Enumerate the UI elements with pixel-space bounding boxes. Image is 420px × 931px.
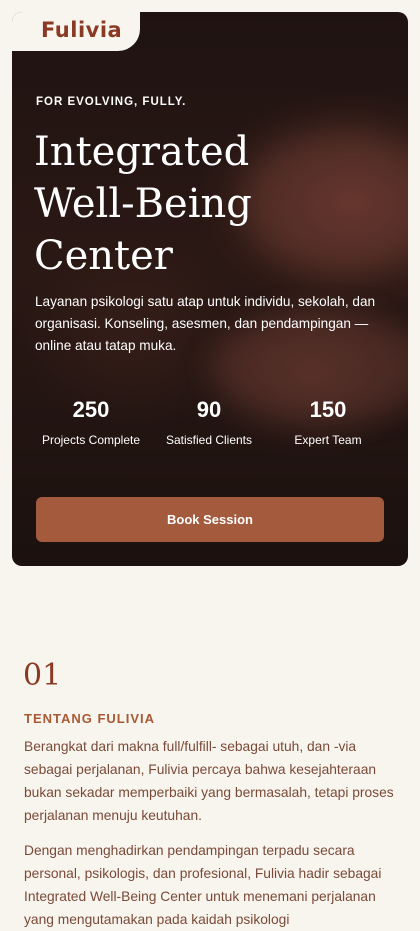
hero-title: Integrated Well-Being Center bbox=[34, 126, 364, 282]
hero-description: Layanan psikologi satu atap untuk indivi… bbox=[35, 294, 376, 353]
stat-label: Satisfied Clients bbox=[165, 433, 253, 447]
hero-title-line: Well-Being bbox=[34, 181, 252, 227]
stat-label: Expert Team bbox=[294, 433, 362, 447]
stat-value: 250 bbox=[72, 397, 110, 422]
hero-banner: Fulivia FOR EVOLVING, FULLY. Integrated … bbox=[12, 12, 408, 566]
stat-label: Projects Complete bbox=[41, 433, 141, 447]
stat-value: 90 bbox=[196, 397, 222, 422]
hero-title-line: Center bbox=[34, 233, 173, 279]
section-number: 01 bbox=[23, 658, 62, 693]
section-title: TENTANG FULIVIA bbox=[24, 711, 156, 726]
about-paragraph: Berangkat dari makna full/fulfill- sebag… bbox=[24, 739, 394, 823]
stat-projects: 250 Projects Complete bbox=[28, 397, 154, 447]
stat-value: 150 bbox=[309, 397, 347, 422]
stat-clients: 90 Satisfied Clients bbox=[146, 397, 272, 447]
hero-eyebrow: FOR EVOLVING, FULLY. bbox=[36, 96, 187, 108]
hero-title-line: Integrated bbox=[34, 129, 250, 175]
brand-logo[interactable]: Fulivia bbox=[41, 18, 122, 42]
stat-team: 150 Expert Team bbox=[265, 397, 391, 447]
book-session-button[interactable]: Book Session bbox=[36, 497, 384, 542]
about-paragraph: Dengan menghadirkan pendampingan terpadu… bbox=[24, 843, 382, 927]
